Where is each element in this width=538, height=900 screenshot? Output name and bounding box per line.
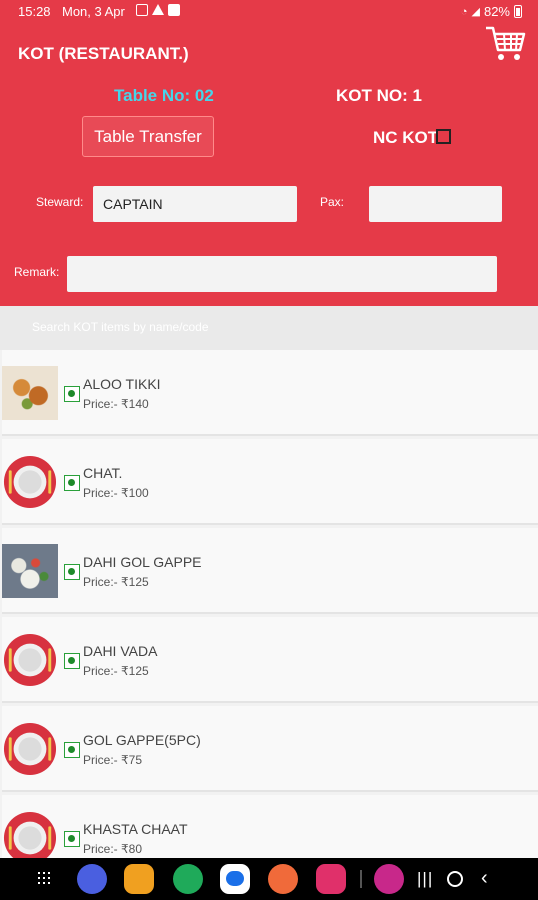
page-title: KOT (RESTAURANT.) xyxy=(18,44,189,63)
dock-divider xyxy=(360,870,362,888)
aloo-tikki-photo xyxy=(2,366,58,420)
item-price: Price:- ₹75 xyxy=(83,753,142,767)
messages-app-icon[interactable] xyxy=(220,864,250,894)
kot-number: KOT NO: 1 xyxy=(336,86,422,105)
pax-label: Pax: xyxy=(320,195,345,209)
warning-icon xyxy=(152,4,164,15)
back-icon[interactable]: ‹ xyxy=(481,867,488,890)
item-name: DAHI GOL GAPPE xyxy=(83,554,202,570)
steward-label: Steward: xyxy=(36,195,84,209)
flower-app-icon[interactable] xyxy=(374,864,404,894)
recent-apps-icon[interactable]: ||| xyxy=(417,869,433,889)
browser-app-icon[interactable] xyxy=(77,864,107,894)
steward-field[interactable] xyxy=(93,186,297,222)
battery-percent: 82% xyxy=(483,4,510,19)
remark-field[interactable] xyxy=(67,256,497,292)
notification-icons xyxy=(136,4,180,16)
battery-icon xyxy=(514,5,522,18)
status-date: Mon, 3 Apr xyxy=(62,4,125,19)
contacts-app-icon[interactable] xyxy=(268,864,298,894)
app-header: 15:28 Mon, 3 Apr ◔ ◢ 82% KOT (RESTAURANT… xyxy=(0,0,538,306)
item-price: Price:- ₹100 xyxy=(83,486,149,500)
status-bar: 15:28 Mon, 3 Apr ◔ ◢ 82% xyxy=(0,0,538,24)
veg-indicator-icon xyxy=(64,742,80,758)
item-name: DAHI VADA xyxy=(83,643,158,659)
cart-icon[interactable] xyxy=(484,24,526,64)
plate-icon xyxy=(3,633,57,687)
dahi-gol-gappe-photo xyxy=(2,544,58,598)
list-item[interactable]: DAHI VADA Price:- ₹125 xyxy=(2,617,538,703)
item-name: KHASTA CHAAT xyxy=(83,821,188,837)
signal-icon: ◢ xyxy=(471,6,480,18)
download-icon xyxy=(168,4,180,16)
remark-label: Remark: xyxy=(14,265,60,279)
pax-field[interactable] xyxy=(369,186,502,222)
veg-indicator-icon xyxy=(64,564,80,580)
item-price: Price:- ₹125 xyxy=(83,664,149,678)
status-right: ◔ ◢ 82% xyxy=(461,4,522,19)
wifi-icon: ◔ xyxy=(460,5,468,18)
list-item[interactable]: CHAT. Price:- ₹100 xyxy=(2,439,538,525)
plate-icon xyxy=(3,811,57,858)
item-name: CHAT. xyxy=(83,465,123,481)
list-item[interactable]: ALOO TIKKI Price:- ₹140 xyxy=(2,350,538,436)
item-name: ALOO TIKKI xyxy=(83,376,161,392)
veg-indicator-icon xyxy=(64,653,80,669)
list-item[interactable]: KHASTA CHAAT Price:- ₹80 xyxy=(2,795,538,858)
menu-item-list[interactable]: ALOO TIKKI Price:- ₹140 CHAT. Price:- ₹1… xyxy=(0,350,538,858)
veg-indicator-icon xyxy=(64,475,80,491)
files-app-icon[interactable] xyxy=(124,864,154,894)
image-icon xyxy=(136,4,148,16)
list-item[interactable]: GOL GAPPE(5PC) Price:- ₹75 xyxy=(2,706,538,792)
veg-indicator-icon xyxy=(64,831,80,847)
list-item[interactable]: DAHI GOL GAPPE Price:- ₹125 xyxy=(2,528,538,614)
plate-icon xyxy=(3,722,57,776)
item-price: Price:- ₹125 xyxy=(83,575,149,589)
table-transfer-button[interactable]: Table Transfer xyxy=(82,116,214,157)
table-number: Table No: 02 xyxy=(114,86,214,105)
item-price: Price:- ₹80 xyxy=(83,842,142,856)
nc-kot-label: NC KOT xyxy=(373,128,439,147)
veg-indicator-icon xyxy=(64,386,80,402)
nc-kot-checkbox[interactable] xyxy=(436,129,451,144)
system-nav-bar: ||| ‹ xyxy=(0,858,538,900)
apps-grid-icon[interactable] xyxy=(38,872,50,884)
search-placeholder: Search KOT items by name/code xyxy=(32,320,209,334)
search-input[interactable]: Search KOT items by name/code xyxy=(0,306,538,350)
phone-app-icon[interactable] xyxy=(173,864,203,894)
item-name: GOL GAPPE(5PC) xyxy=(83,732,201,748)
item-price: Price:- ₹140 xyxy=(83,397,149,411)
home-icon[interactable] xyxy=(447,871,463,887)
camera-app-icon[interactable] xyxy=(316,864,346,894)
status-time: 15:28 xyxy=(18,4,51,19)
plate-icon xyxy=(3,455,57,509)
